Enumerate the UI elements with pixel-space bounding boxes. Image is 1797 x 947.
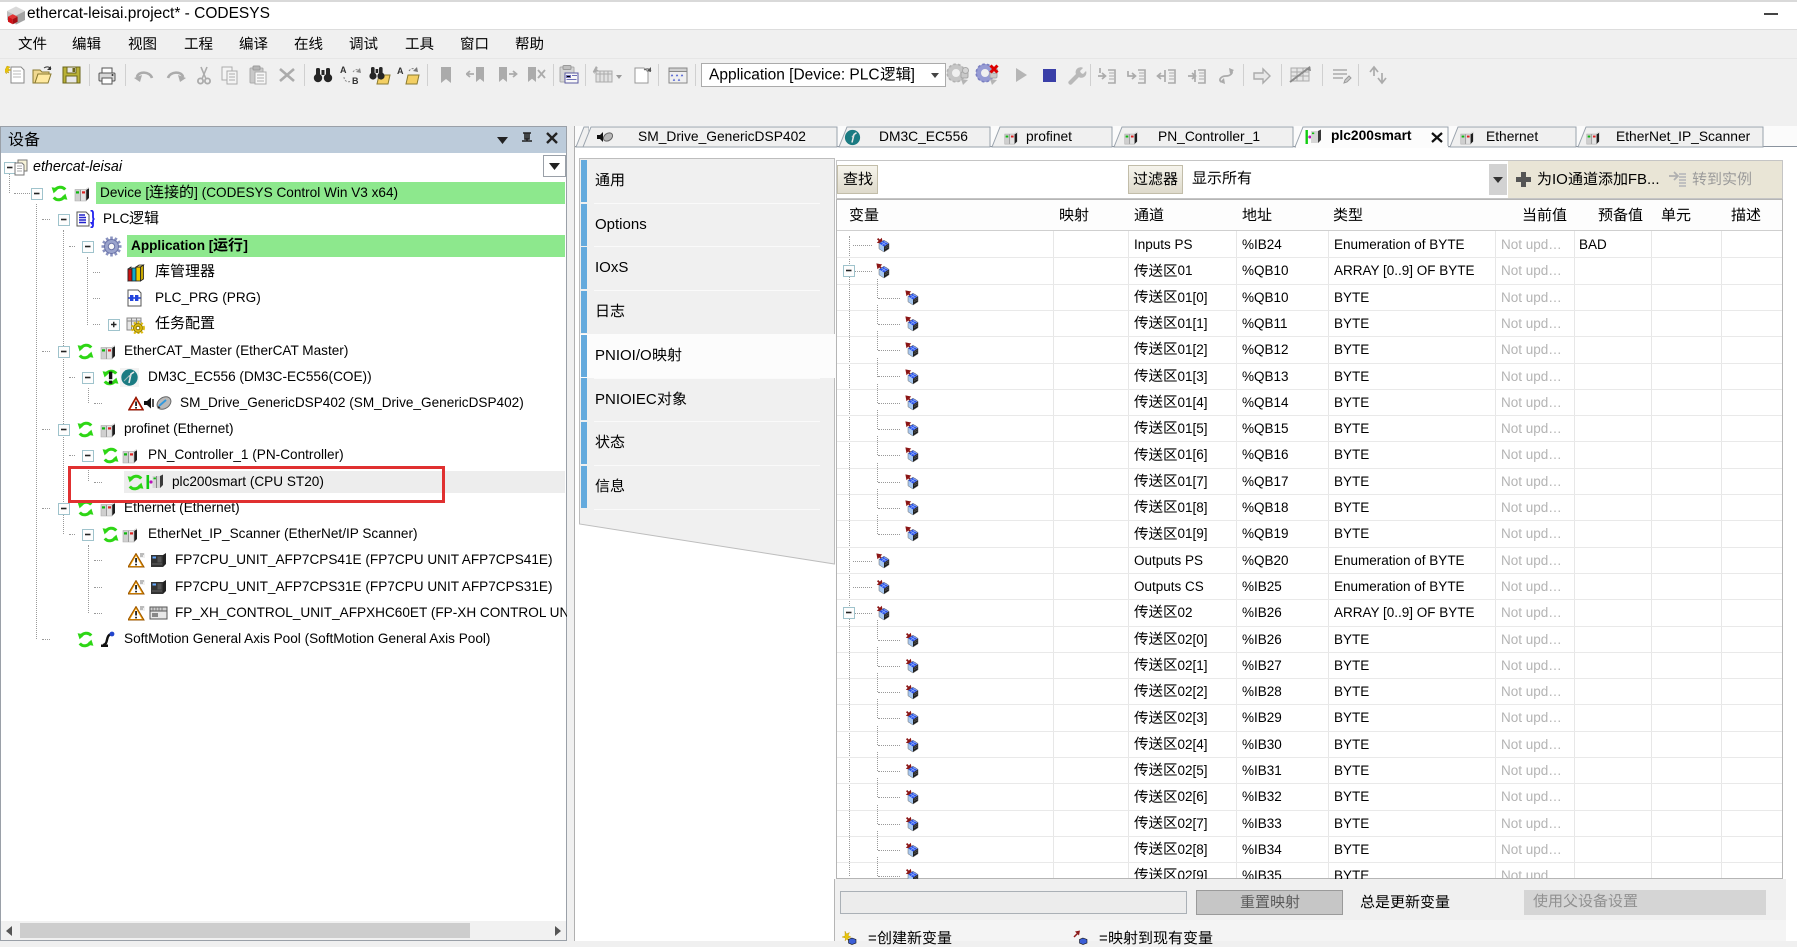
svg-text:A: A [340,65,347,75]
svg-text:A: A [397,66,404,76]
svg-text:B: B [352,76,359,86]
